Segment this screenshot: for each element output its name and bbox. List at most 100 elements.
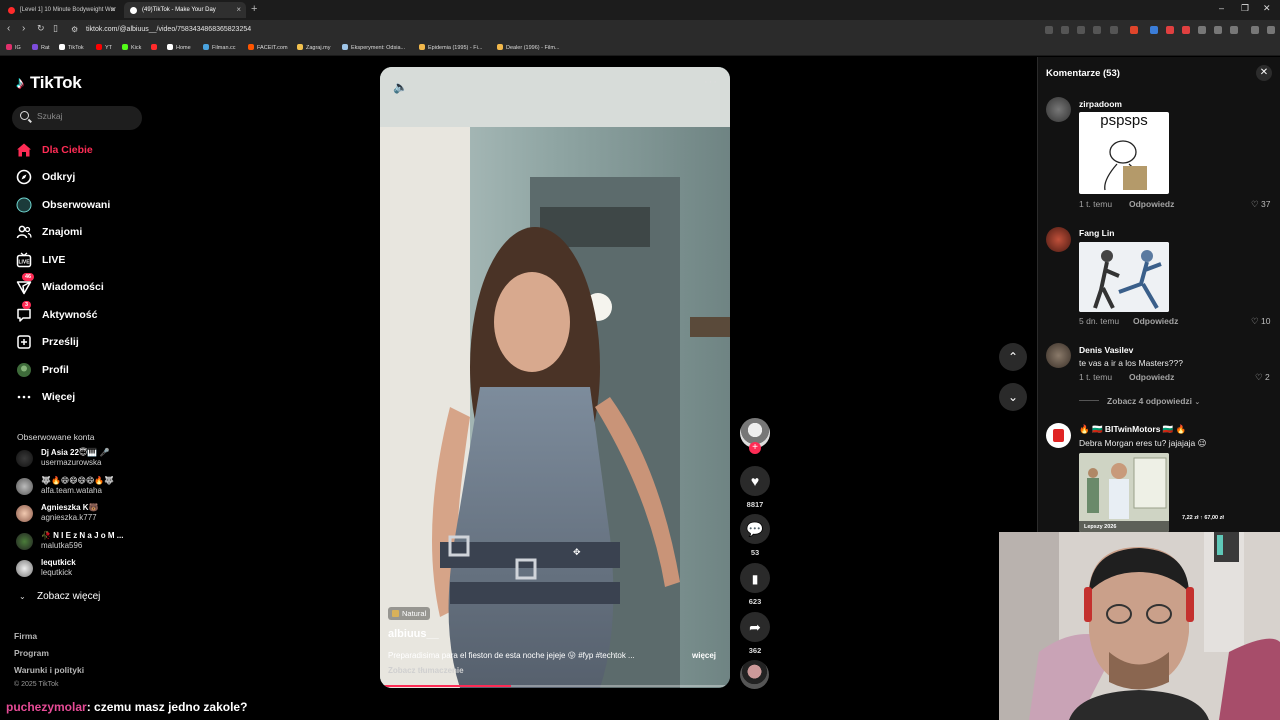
avatar[interactable] (1046, 343, 1071, 368)
bookmark-item[interactable] (151, 44, 160, 51)
more-description-button[interactable]: więcej (692, 651, 716, 660)
link-icon[interactable] (1230, 26, 1238, 34)
comment-time: 1 t. temu (1079, 199, 1113, 209)
nav-profile[interactable]: Profil (16, 360, 156, 382)
comment-like[interactable]: ♡ 37 (1251, 199, 1270, 210)
nav-for-you[interactable]: Dla Ciebie (16, 140, 156, 162)
extension-icon[interactable] (1166, 26, 1174, 34)
extensions-puzzle-icon[interactable] (1198, 26, 1206, 34)
footer-link[interactable]: Warunki i polityki (14, 665, 84, 675)
close-icon[interactable]: ✕ (1256, 65, 1272, 81)
bookmark-item[interactable]: TikTok (59, 44, 84, 51)
bookmark-item[interactable]: Dealer (1996) - Film... (497, 44, 560, 51)
comment-like[interactable]: ♡ 10 (1251, 316, 1270, 327)
bookmark-item[interactable]: YT (96, 44, 112, 51)
following-account[interactable]: Agnieszka K🐻 agnieszka.k777 (16, 502, 146, 526)
nav-upload[interactable]: Prześlij (16, 332, 156, 354)
bookmark-favicon-icon (122, 44, 128, 50)
close-tab-icon[interactable]: × (110, 5, 115, 14)
video-player[interactable]: 🔈 ··· Natural albiuus__ Preparadisima pa… (380, 67, 730, 688)
minimize-window-icon[interactable]: – (1219, 3, 1224, 13)
browser-tab-tiktok[interactable]: (49)TikTok - Make Your Day × (124, 2, 246, 18)
bookmark-icon[interactable]: ▯ (53, 23, 58, 34)
reload-icon[interactable]: ↻ (37, 23, 45, 34)
bookmark-item[interactable]: Rat (32, 44, 50, 51)
reply-button[interactable]: Odpowiedz (1129, 199, 1174, 209)
save-button[interactable]: ▮ (740, 563, 770, 593)
close-tab-icon[interactable]: × (236, 5, 241, 14)
follow-plus-icon[interactable]: + (749, 442, 761, 454)
bookmark-item[interactable]: Epidemia (1995) - Fi... (419, 44, 482, 51)
nav-live[interactable]: LIVE LIVE (16, 250, 156, 272)
footer-link[interactable]: Program (14, 648, 49, 658)
bookmark-item[interactable]: Home (167, 44, 191, 51)
comment-username[interactable]: 🔥 🇧🇬 BITwinMotors 🇧🇬 🔥 (1079, 424, 1186, 435)
comment-username[interactable]: Fang Lin (1079, 228, 1114, 238)
like-button[interactable]: ♥ (740, 466, 770, 496)
video-tag[interactable]: Natural (388, 607, 431, 620)
share-button[interactable]: ➦ (740, 612, 770, 642)
nav-activity[interactable]: 3 Aktywność (16, 301, 156, 327)
following-account[interactable]: Dj Asia 22😇🎹 🎤 usermazurowska (16, 447, 146, 471)
home-icon (17, 143, 31, 157)
search-box[interactable] (12, 106, 142, 130)
previous-video-button[interactable]: ⌃ (999, 343, 1027, 371)
sound-disc-avatar[interactable] (740, 660, 769, 689)
extension-icon[interactable] (1045, 26, 1053, 34)
see-translation-button[interactable]: Zobacz tłumaczenie (388, 666, 464, 675)
bookmark-item[interactable]: Zagraj.my (297, 44, 330, 51)
extension-icon[interactable] (1061, 26, 1069, 34)
new-tab-plus-icon[interactable]: + (251, 3, 257, 15)
bookmark-item[interactable]: Eksperyment: Odsia... (342, 44, 405, 51)
following-account[interactable]: lequtkick lequtkick (16, 557, 146, 581)
more-options-icon[interactable]: ··· (704, 76, 718, 88)
footer-link[interactable]: Firma (14, 631, 37, 641)
back-arrow-icon[interactable]: ‹ (7, 23, 10, 34)
avatar[interactable] (1046, 227, 1071, 252)
reply-button[interactable]: Odpowiedz (1129, 372, 1174, 382)
more-dots-icon (17, 395, 31, 399)
zoom-icon[interactable] (1093, 26, 1101, 34)
extension-icon[interactable] (1150, 26, 1158, 34)
close-window-icon[interactable]: ✕ (1263, 3, 1271, 14)
bookmark-item[interactable]: IG (6, 44, 21, 51)
share-icon[interactable] (1110, 26, 1118, 34)
volume-icon[interactable]: 🔈 (393, 80, 408, 94)
video-progress-bar[interactable] (384, 685, 726, 687)
bookmark-item[interactable]: FACEIT.com (248, 44, 288, 51)
bookmark-item[interactable]: Filman.cc (203, 44, 236, 51)
site-info-icon[interactable]: ⚙ (71, 25, 78, 34)
brave-shield-icon[interactable] (1130, 26, 1138, 34)
comment-button[interactable]: 💬 (740, 514, 770, 544)
following-account[interactable]: 🥀 N I E z N a J o M ... malutka596 (16, 530, 146, 554)
comment-username[interactable]: zirpadoom (1079, 99, 1122, 109)
forward-arrow-icon[interactable]: › (22, 23, 25, 34)
url-field[interactable]: tiktok.com/@albiuus__/video/758343486836… (86, 26, 251, 33)
avatar[interactable] (1046, 423, 1071, 448)
playlist-icon[interactable] (1251, 26, 1259, 34)
comment-like[interactable]: ♡ 2 (1255, 372, 1270, 383)
like-count: 8817 (746, 500, 764, 509)
nav-friends[interactable]: Znajomi (16, 222, 156, 244)
search-input[interactable] (37, 111, 137, 121)
next-video-button[interactable]: ⌄ (999, 383, 1027, 411)
nav-more[interactable]: Więcej (16, 387, 156, 409)
following-account[interactable]: 🐺🔥😄😄😄😄🔥🐺 alfa.team.wataha (16, 475, 146, 499)
restore-window-icon[interactable]: ❐ (1241, 3, 1249, 14)
extension-icon[interactable] (1182, 26, 1190, 34)
bookmark-item[interactable]: Kick (122, 44, 141, 51)
menu-icon[interactable] (1267, 26, 1275, 34)
tiktok-logo[interactable]: ♪ TikTok (16, 73, 82, 93)
nav-messages[interactable]: 46 Wiadomości (16, 273, 156, 299)
browser-tab-youtube[interactable]: [Level 1] 10 Minute Bodyweight Wor × (2, 2, 120, 18)
avatar[interactable] (1046, 97, 1071, 122)
comment-username[interactable]: Denis Vasilev (1079, 345, 1133, 355)
nav-explore[interactable]: Odkryj (16, 167, 156, 189)
view-replies-button[interactable]: Zobacz 4 odpowiedzi ⌄ (1079, 396, 1200, 406)
download-icon[interactable] (1214, 26, 1222, 34)
reply-button[interactable]: Odpowiedz (1133, 316, 1178, 326)
see-more-button[interactable]: ⌄ Zobacz więcej (19, 591, 100, 602)
extension-icon[interactable] (1077, 26, 1085, 34)
nav-following[interactable]: Obserwowani (16, 195, 156, 217)
video-username[interactable]: albiuus__ (388, 628, 439, 640)
